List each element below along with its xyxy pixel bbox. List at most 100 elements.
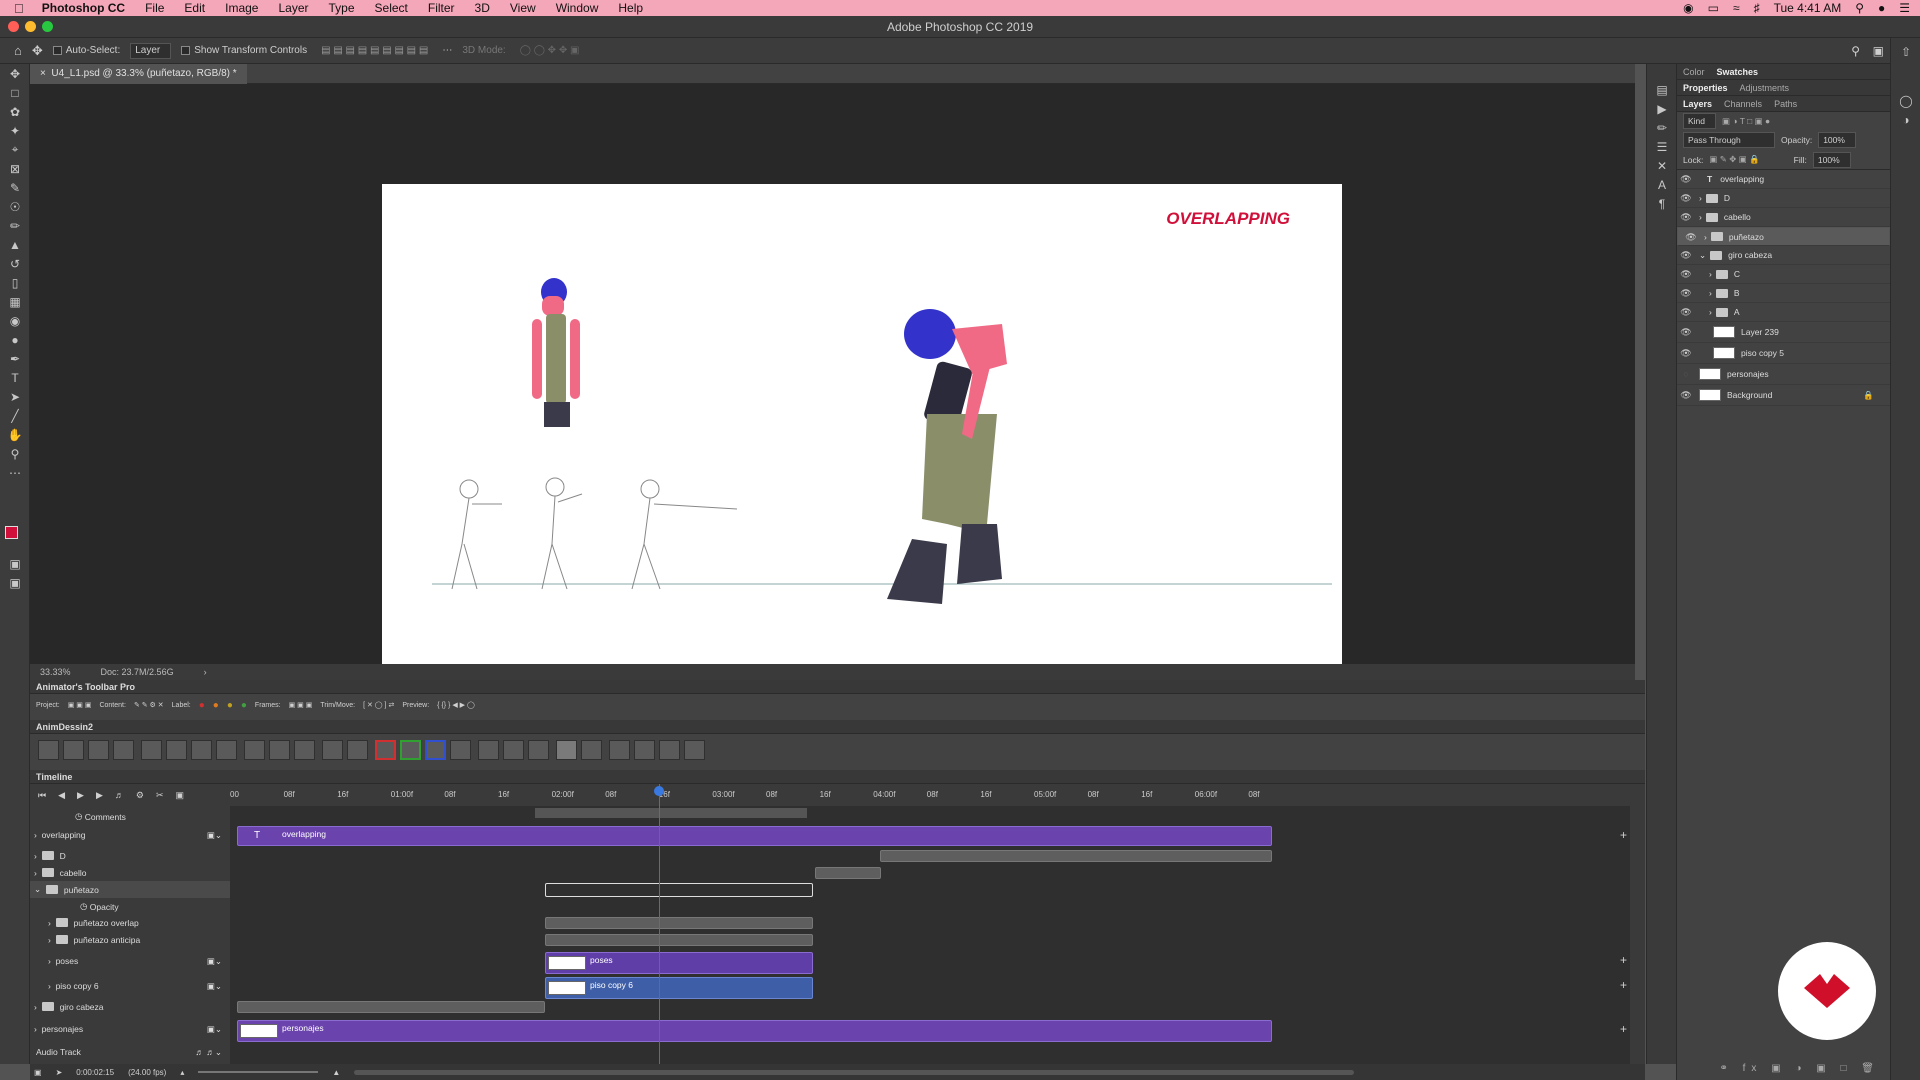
blur-icon[interactable]: ◉	[0, 311, 30, 330]
layer-row[interactable]: 👁 ⌄ giro cabeza	[1677, 246, 1890, 265]
eraser-icon[interactable]: ▯	[0, 273, 30, 292]
split-icon[interactable]: ✂	[156, 790, 164, 801]
magic-wand-icon[interactable]: ✦	[0, 121, 30, 140]
expand-icon[interactable]: ›	[1709, 288, 1712, 298]
volume-icon[interactable]: ♯	[1754, 1, 1760, 15]
zoom-button[interactable]	[42, 21, 53, 32]
clip-punetazo-anticipa[interactable]	[545, 934, 813, 946]
layers-footer-icons[interactable]: ⚭ fx ▣ ◑ ▣ □ 🗑	[1720, 1063, 1881, 1074]
content-icons[interactable]: ✎ ✎ ⚙ ✕	[134, 701, 164, 709]
eye-icon[interactable]: 👁	[1677, 288, 1695, 299]
first-frame-icon[interactable]: ⏮	[38, 790, 46, 801]
track-row[interactable]: › piso copy 6 ▣⌄	[30, 975, 230, 997]
expand-icon[interactable]: ›	[34, 1002, 42, 1012]
work-area-bar[interactable]	[535, 808, 807, 818]
ad-pattern-button[interactable]	[294, 740, 316, 760]
auto-select-checkbox[interactable]: Auto-Select:	[52, 45, 120, 56]
ad-save-button[interactable]	[113, 740, 134, 760]
menu-3d[interactable]: 3D	[475, 1, 490, 15]
move-tool-icon[interactable]: ✥	[32, 43, 43, 59]
line-icon[interactable]: ╱	[0, 406, 30, 425]
expand-icon[interactable]: ›	[1699, 212, 1702, 222]
minimize-button[interactable]	[25, 21, 36, 32]
stopwatch-icon[interactable]: ◷	[80, 901, 90, 912]
clip-piso[interactable]: piso copy 6	[545, 977, 813, 999]
expand-icon[interactable]: ›	[1704, 230, 1707, 244]
tab-color[interactable]: Color	[1683, 67, 1705, 77]
kind-filter[interactable]: Kind	[1683, 113, 1717, 129]
track-row[interactable]: › giro cabeza	[30, 998, 230, 1015]
tab-paths[interactable]: Paths	[1774, 99, 1797, 109]
apple-icon[interactable]: 	[14, 1, 24, 16]
search-ps-icon[interactable]: ⚲	[1851, 44, 1860, 58]
transform-controls-checkbox[interactable]: Show Transform Controls	[181, 45, 307, 56]
eye-icon[interactable]: 👁	[1677, 348, 1695, 359]
tab-properties[interactable]: Properties	[1683, 83, 1728, 93]
character-icon[interactable]: A	[1647, 175, 1677, 194]
ad-green-onion-button[interactable]	[400, 740, 422, 760]
ad-frame1-button[interactable]	[141, 740, 163, 760]
eye-icon[interactable]: 👁	[1677, 193, 1695, 204]
close-button[interactable]	[8, 21, 19, 32]
tab-channels[interactable]: Channels	[1724, 99, 1762, 109]
timeline-ruler[interactable]: 00 08f 16f 01:00f 08f 16f 02:00f 08f 16f 03:00f 08…	[230, 784, 1630, 806]
type-icon[interactable]: T	[0, 368, 30, 387]
menu-view[interactable]: View	[510, 1, 536, 15]
add-media-button[interactable]: +	[1620, 828, 1627, 842]
eye-hidden-icon[interactable]: ○	[1677, 369, 1695, 379]
convert-icon[interactable]: ▣	[34, 1068, 42, 1077]
path-select-icon[interactable]: ➤	[0, 387, 30, 406]
add-media-button[interactable]: +	[1620, 1022, 1627, 1036]
ad-film-button[interactable]	[528, 740, 550, 760]
wifi-icon[interactable]: ≈	[1733, 1, 1740, 15]
expand-icon[interactable]: ›	[34, 868, 42, 878]
expand-icon[interactable]: ›	[34, 830, 42, 840]
ad-bracket-button[interactable]	[269, 740, 291, 760]
stamp-icon[interactable]: ▲	[0, 235, 30, 254]
ad-split-button[interactable]	[478, 740, 500, 760]
ad-clear-button[interactable]	[450, 740, 472, 760]
filter-icons[interactable]: ▣ ◑ T □ ▣ ●	[1722, 116, 1770, 127]
layer-row-selected[interactable]: 👁 › puñetazo	[1677, 227, 1890, 246]
eye-icon[interactable]: 👁	[1677, 269, 1695, 280]
settings-icon[interactable]: ⚙	[136, 790, 144, 801]
opacity-field[interactable]: 100%	[1818, 132, 1856, 148]
playhead-handle[interactable]	[654, 786, 664, 796]
tools-icon[interactable]: ✕	[1647, 156, 1677, 175]
hand-icon[interactable]: ✋	[0, 425, 30, 444]
prev-frame-icon[interactable]: ◀	[58, 790, 65, 801]
layer-row[interactable]: 👁 › A	[1677, 303, 1890, 322]
preview-icons[interactable]: { {} } ◀ ▶ ◯	[437, 701, 475, 709]
layer-row[interactable]: 👁 › B	[1677, 284, 1890, 303]
expand-icon[interactable]: ›	[48, 956, 56, 966]
share-icon[interactable]: ⇧	[1891, 42, 1920, 61]
layer-row[interactable]: 👁 › C	[1677, 265, 1890, 284]
libraries-icon[interactable]: ◑	[1891, 110, 1920, 129]
siri-icon[interactable]: ●	[1878, 1, 1885, 15]
adjust-icon[interactable]: ☰	[1647, 137, 1677, 156]
play-icon[interactable]: ▶	[77, 790, 84, 801]
canvas-area[interactable]: OVERLAPPING	[30, 84, 1635, 724]
menu-type[interactable]: Type	[329, 1, 355, 15]
actions-icon[interactable]: ▶	[1647, 99, 1677, 118]
expand-icon[interactable]: ›	[1699, 193, 1702, 203]
track-options-icon[interactable]: ▣⌄	[207, 981, 222, 992]
eye-icon[interactable]: 👁	[1677, 212, 1695, 223]
menu-help[interactable]: Help	[618, 1, 643, 15]
clip-poses[interactable]: poses	[545, 952, 813, 974]
clock[interactable]: Tue 4:41 AM	[1774, 1, 1842, 15]
edit-toolbar-icon[interactable]: ⋯	[0, 463, 30, 482]
track-row-selected[interactable]: ⌄ puñetazo	[30, 881, 230, 898]
ad-timeline-button[interactable]	[38, 740, 59, 760]
ad-list1-button[interactable]	[609, 740, 631, 760]
track-options-icon[interactable]: ▣⌄	[207, 1024, 222, 1035]
label-orange[interactable]: ●	[213, 700, 219, 711]
more-icon[interactable]: ⋯	[442, 45, 452, 56]
lock-icons[interactable]: ▣ ✎ ✥ ▣ 🔒	[1709, 154, 1759, 165]
eye-icon[interactable]: 👁	[1682, 230, 1700, 244]
add-media-button[interactable]: +	[1620, 953, 1627, 967]
clip-giro-cabeza[interactable]	[237, 1001, 545, 1013]
track-row[interactable]: › puñetazo anticipa	[30, 931, 230, 948]
ad-frame2-button[interactable]	[166, 740, 188, 760]
screen-mode-icon[interactable]: ▣	[0, 573, 30, 592]
